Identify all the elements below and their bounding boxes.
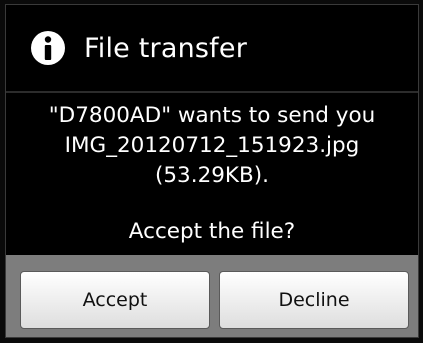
dialog-title: File transfer	[84, 32, 247, 64]
dialog-message: "D7800AD" wants to send you IMG_20120712…	[6, 93, 418, 191]
message-line: "D7800AD" wants to send you	[48, 103, 376, 128]
dialog-button-bar: Accept Decline	[6, 255, 418, 337]
info-icon	[31, 31, 65, 65]
file-transfer-dialog: File transfer "D7800AD" wants to send yo…	[5, 4, 419, 338]
dialog-title-bar: File transfer	[6, 5, 418, 91]
message-line: IMG_20120712_151923.jpg	[64, 133, 360, 158]
decline-button[interactable]: Decline	[219, 271, 409, 329]
dialog-question: Accept the file?	[128, 219, 296, 244]
message-line: (53.29KB).	[154, 163, 269, 188]
accept-button[interactable]: Accept	[20, 271, 210, 329]
